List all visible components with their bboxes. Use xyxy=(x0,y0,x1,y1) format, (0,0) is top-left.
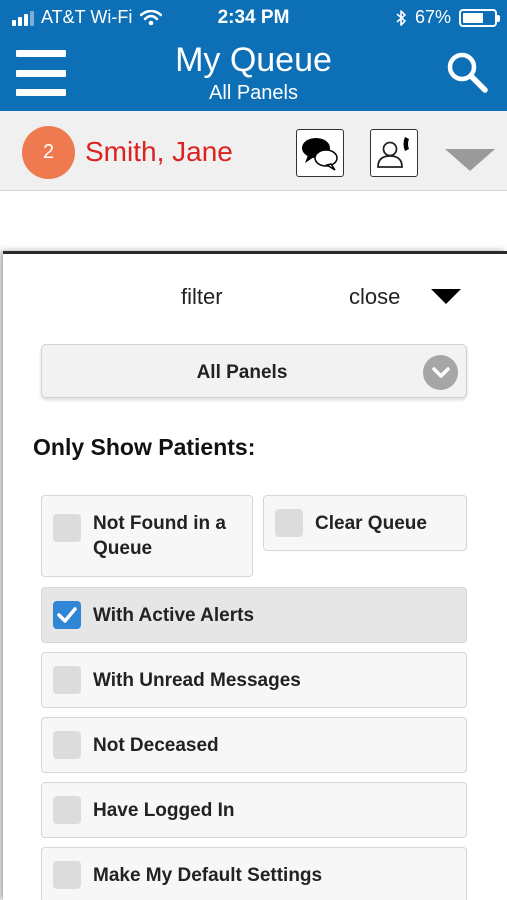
status-bar: AT&T Wi-Fi 2:34 PM 67% xyxy=(0,0,507,34)
battery-icon xyxy=(459,8,500,27)
chat-bubble-icon xyxy=(302,138,338,171)
option-not-found-in-queue[interactable]: Not Found in a Queue xyxy=(41,495,253,577)
option-label: Not Deceased xyxy=(93,735,219,756)
close-button[interactable]: close xyxy=(349,284,400,310)
filter-label: filter xyxy=(181,284,223,309)
filter-panel: filter close All Panels Only Show Patien… xyxy=(3,251,507,900)
page-title: My Queue xyxy=(175,41,332,79)
option-label: Clear Queue xyxy=(315,513,427,534)
checkbox[interactable] xyxy=(53,796,81,824)
expand-chevron-icon[interactable] xyxy=(445,149,495,171)
checkbox[interactable] xyxy=(275,509,303,537)
option-label: Have Logged In xyxy=(93,800,235,821)
checkmark-icon xyxy=(57,607,77,623)
option-clear-queue[interactable]: Clear Queue xyxy=(263,495,467,551)
checkbox[interactable] xyxy=(53,514,81,542)
checkbox-checked[interactable] xyxy=(53,601,81,629)
option-label: With Active Alerts xyxy=(93,605,255,626)
option-not-deceased[interactable]: Not Deceased xyxy=(41,717,467,773)
option-label: Not Found in a Queue xyxy=(93,513,226,559)
panel-select-value: All Panels xyxy=(196,362,288,383)
list-area xyxy=(0,191,507,251)
status-right: 67% xyxy=(395,7,500,28)
option-label: Make My Default Settings xyxy=(93,865,323,886)
battery-level xyxy=(463,12,484,23)
message-button[interactable] xyxy=(296,129,344,177)
option-make-default-settings[interactable]: Make My Default Settings xyxy=(41,847,467,900)
contact-phone-icon xyxy=(377,137,409,168)
chevron-down-icon xyxy=(423,355,458,390)
checkbox[interactable] xyxy=(53,666,81,694)
bluetooth-icon xyxy=(396,9,406,26)
checkbox[interactable] xyxy=(53,861,81,889)
page-subtitle: All Panels xyxy=(209,82,298,104)
patient-row[interactable]: 2 Smith, Jane xyxy=(0,111,507,191)
filter-heading: Only Show Patients: xyxy=(33,434,256,460)
battery-percent: 67% xyxy=(414,7,451,27)
option-label: With Unread Messages xyxy=(93,670,301,691)
checkbox[interactable] xyxy=(53,731,81,759)
caret-down-icon[interactable] xyxy=(431,289,461,304)
panel-select[interactable]: All Panels xyxy=(41,344,467,398)
search-button[interactable] xyxy=(445,50,489,94)
call-button[interactable] xyxy=(370,129,418,177)
search-icon xyxy=(447,52,488,93)
patient-name[interactable]: Smith, Jane xyxy=(85,136,233,168)
option-with-unread-messages[interactable]: With Unread Messages xyxy=(41,652,467,708)
nav-bar: My Queue All Panels xyxy=(0,34,507,111)
option-have-logged-in[interactable]: Have Logged In xyxy=(41,782,467,838)
option-with-active-alerts[interactable]: With Active Alerts xyxy=(41,587,467,643)
count-badge: 2 xyxy=(22,126,75,179)
